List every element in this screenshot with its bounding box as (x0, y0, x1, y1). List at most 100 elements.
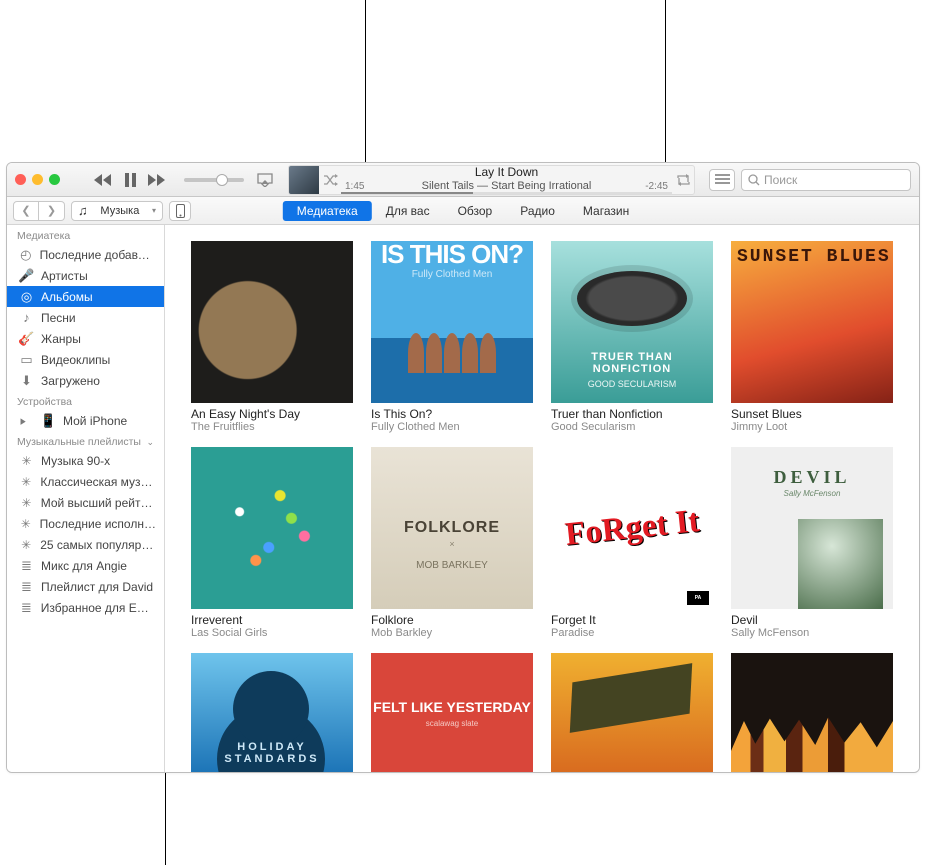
album-artist: Good Secularism (551, 421, 713, 433)
tab-for-you[interactable]: Для вас (372, 201, 444, 221)
sidebar-playlist-classical[interactable]: ✳Классическая музыка (7, 471, 164, 492)
sidebar-heading-devices: Устройства (7, 391, 164, 410)
tab-library[interactable]: Медиатека (283, 201, 372, 221)
album-title: Sunset Blues (731, 407, 893, 421)
album-item[interactable]: the fruitfliesan easynight'sday An Easy … (191, 241, 353, 433)
minimize-window-button[interactable] (32, 174, 43, 185)
album-artist: The Fruitflies (191, 421, 353, 433)
device-button[interactable] (169, 201, 191, 221)
album-item[interactable] (551, 653, 713, 772)
sidebar-item-artists[interactable]: 🎤Артисты (7, 265, 164, 286)
sidebar-item-downloaded[interactable]: ⬇Загружено (7, 370, 164, 391)
back-button[interactable]: ❮ (13, 201, 39, 221)
album-artwork[interactable]: the fruitfliesan easynight'sday (191, 241, 353, 403)
tab-store[interactable]: Магазин (569, 201, 643, 221)
album-title: An Easy Night's Day (191, 407, 353, 421)
sidebar-playlist-top25[interactable]: ✳25 самых популярных (7, 534, 164, 555)
tab-browse[interactable]: Обзор (444, 201, 507, 221)
now-playing-title: Lay It Down (341, 166, 672, 180)
media-picker[interactable]: ♫ Музыка ▾ (71, 201, 163, 221)
album-item[interactable]: HOLIDAY STANDARDS (191, 653, 353, 772)
sidebar-item-iphone[interactable]: ▸📱Мой iPhone (7, 410, 164, 431)
sidebar-playlist-recent-played[interactable]: ✳Последние исполнен... (7, 513, 164, 534)
media-picker-label: Музыка (100, 205, 139, 217)
album-artwork[interactable]: IS THIS ON?Fully Clothed Men (371, 241, 533, 403)
album-item[interactable]: FOLKLORE×MOB BARKLEY Folklore Mob Barkle… (371, 447, 533, 639)
album-artwork[interactable] (551, 653, 713, 772)
sidebar-playlist-90s[interactable]: ✳Музыка 90-х (7, 450, 164, 471)
album-item[interactable]: IS THIS ON?Fully Clothed Men Is This On?… (371, 241, 533, 433)
now-playing-artwork[interactable] (289, 166, 319, 194)
sidebar-heading-library: Медиатека (7, 225, 164, 244)
album-artwork[interactable]: FoRget ItPA (551, 447, 713, 609)
repeat-icon[interactable] (672, 166, 694, 194)
pause-button[interactable] (124, 173, 136, 187)
search-icon (748, 174, 760, 186)
sidebar: Медиатека ◴Последние добавлен... 🎤Артист… (7, 225, 165, 772)
annotation-line (365, 0, 366, 163)
zoom-window-button[interactable] (49, 174, 60, 185)
parental-advisory-icon: PA (687, 591, 709, 605)
disclosure-triangle-icon[interactable]: ▸ (21, 413, 33, 429)
album-artist: Paradise (551, 627, 713, 639)
gear-icon: ✳ (19, 517, 33, 531)
sidebar-playlist-emily[interactable]: ≣Избранное для Emily (7, 597, 164, 618)
album-artwork[interactable]: SUNSET BLUES (731, 241, 893, 403)
window-controls (15, 174, 60, 185)
album-title: Is This On? (371, 407, 533, 421)
sidebar-playlist-top-rated[interactable]: ✳Мой высший рейтинг (7, 492, 164, 513)
album-artwork[interactable]: IRREVERANTLAS SOCIAL GIRLS (191, 447, 353, 609)
album-icon: ◎ (19, 289, 34, 305)
sidebar-item-recent[interactable]: ◴Последние добавлен... (7, 244, 164, 265)
sidebar-item-songs[interactable]: ♪Песни (7, 307, 164, 328)
album-item[interactable] (731, 653, 893, 772)
sidebar-item-videos[interactable]: ▭Видеоклипы (7, 349, 164, 370)
chevron-down-icon: ⌄ (146, 437, 154, 448)
album-title: Folklore (371, 613, 533, 627)
sidebar-playlist-david[interactable]: ≣Плейлист для David (7, 576, 164, 597)
annotation-line (665, 0, 666, 175)
close-window-button[interactable] (15, 174, 26, 185)
clock-icon: ◴ (19, 247, 33, 263)
album-artist: Jimmy Loot (731, 421, 893, 433)
album-item[interactable]: SUNSET BLUES Sunset Blues Jimmy Loot (731, 241, 893, 433)
sidebar-heading-playlists[interactable]: Музыкальные плейлисты⌄ (7, 431, 164, 450)
previous-track-button[interactable] (94, 174, 112, 186)
album-item[interactable]: FoRget ItPA Forget It Paradise (551, 447, 713, 639)
nav-row: ❮ ❯ ♫ Музыка ▾ Медиатека Для вас Обзор Р… (7, 197, 919, 225)
forward-button[interactable]: ❯ (39, 201, 65, 221)
up-next-button[interactable] (709, 169, 735, 191)
music-icon: ♫ (78, 203, 88, 218)
album-artwork[interactable]: DEVILSally McFenson (731, 447, 893, 609)
titlebar: Lay It Down Silent Tails — Start Being I… (7, 163, 919, 197)
volume-slider[interactable] (184, 178, 244, 182)
album-artist: Las Social Girls (191, 627, 353, 639)
album-item[interactable]: IRREVERANTLAS SOCIAL GIRLS Irreverent La… (191, 447, 353, 639)
album-artwork[interactable]: FOLKLORE×MOB BARKLEY (371, 447, 533, 609)
album-item[interactable]: DEVILSally McFenson Devil Sally McFenson (731, 447, 893, 639)
now-playing-display: Lay It Down Silent Tails — Start Being I… (288, 165, 695, 195)
album-artist: Mob Barkley (371, 627, 533, 639)
album-grid: the fruitfliesan easynight'sday An Easy … (165, 225, 919, 772)
sidebar-playlist-angie[interactable]: ≣Микс для Angie (7, 555, 164, 576)
next-track-button[interactable] (148, 174, 166, 186)
airplay-button[interactable] (256, 173, 274, 187)
album-artist: Sally McFenson (731, 627, 893, 639)
album-artwork[interactable]: HOLIDAY STANDARDS (191, 653, 353, 772)
gear-icon: ✳ (19, 496, 34, 510)
shuffle-icon[interactable] (319, 166, 341, 194)
progress-bar[interactable] (341, 192, 672, 194)
album-artwork[interactable]: FELT LIKE YESTERDAYscalawag slate (371, 653, 533, 772)
sidebar-item-genres[interactable]: 🎸Жанры (7, 328, 164, 349)
album-artwork[interactable]: TRUER THAN NONFICTIONGOOD SECULARISM (551, 241, 713, 403)
album-artwork[interactable] (731, 653, 893, 772)
search-field[interactable]: Поиск (741, 169, 911, 191)
album-item[interactable]: TRUER THAN NONFICTIONGOOD SECULARISM Tru… (551, 241, 713, 433)
note-icon: ♪ (19, 310, 34, 325)
album-title: Devil (731, 613, 893, 627)
tab-radio[interactable]: Радио (506, 201, 569, 221)
video-icon: ▭ (19, 352, 34, 368)
album-item[interactable]: FELT LIKE YESTERDAYscalawag slate (371, 653, 533, 772)
sidebar-item-albums[interactable]: ◎Альбомы (7, 286, 164, 307)
search-placeholder: Поиск (764, 173, 797, 187)
